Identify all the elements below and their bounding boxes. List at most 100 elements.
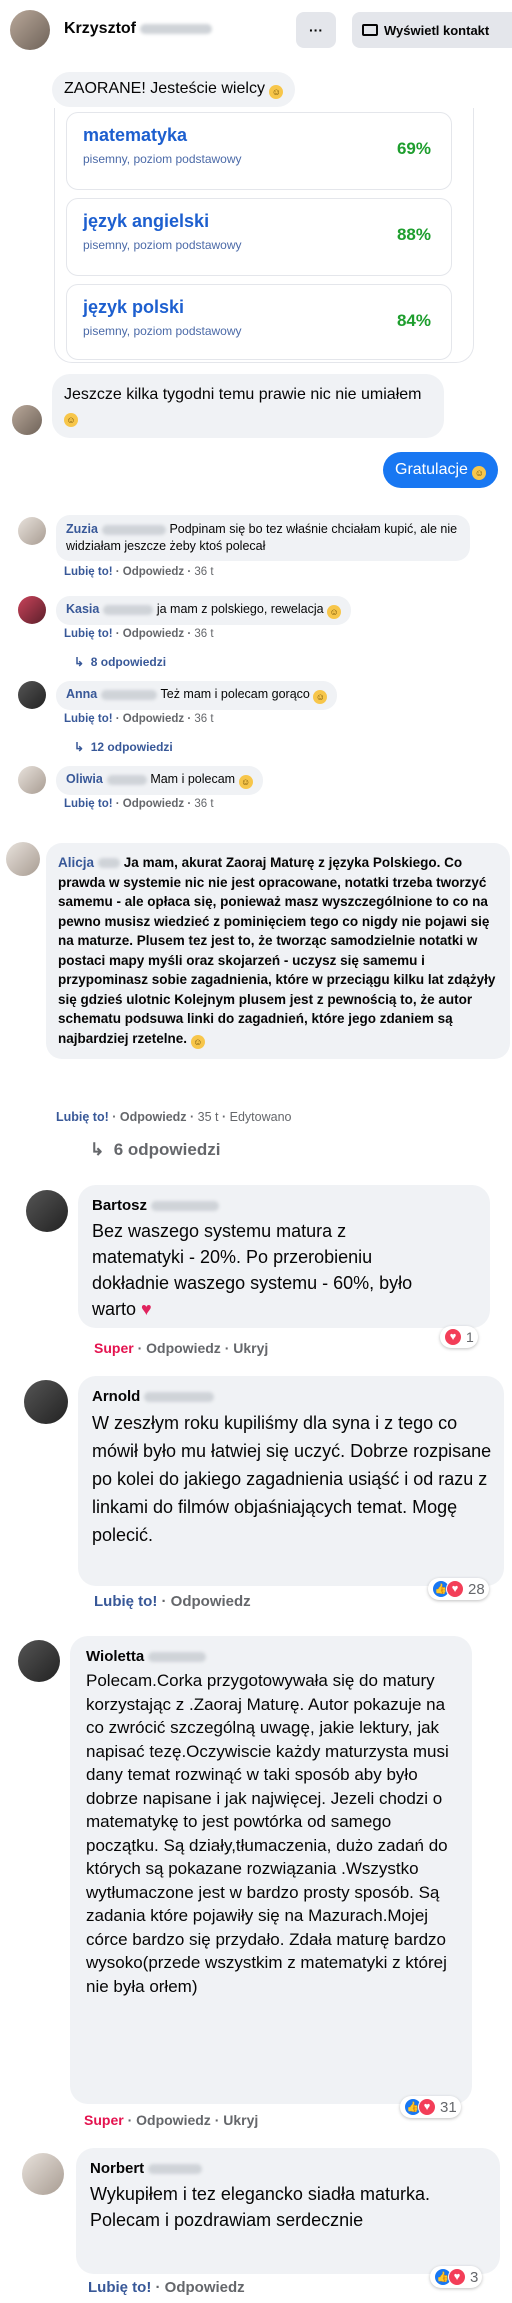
smile-emoji-icon: ☺ — [190, 1034, 205, 1049]
comment-author[interactable]: Norbert — [90, 2160, 144, 2177]
hearts-emoji-icon: ♥ — [141, 1299, 152, 1319]
avatar — [22, 2153, 64, 2195]
reply-button[interactable]: Odpowiedz — [123, 798, 184, 810]
reply-button[interactable]: Odpowiedz — [120, 1110, 187, 1124]
comment-text: ja mam z polskiego, rewelacja — [156, 602, 324, 616]
avatar — [18, 517, 46, 545]
comment-actions: Lubię to! · Odpowiedz · 36 t — [64, 566, 214, 578]
like-button[interactable]: Lubię to! — [88, 2279, 151, 2296]
grade-detail: pisemny, poziom podstawowy — [83, 324, 242, 338]
love-reaction-icon: ♥ — [418, 2098, 436, 2116]
grade-percent: 69% — [396, 139, 431, 158]
comment-author[interactable]: Kasia — [66, 602, 99, 616]
comment-text: Mam i polecam — [150, 772, 236, 786]
love-reaction-icon: ♥ — [448, 2268, 466, 2286]
comment-time[interactable]: 36 t — [194, 713, 213, 725]
avatar — [18, 596, 46, 624]
reaction-count[interactable]: 👍 ♥ 31 — [400, 2096, 461, 2118]
grade-subject: język angielski — [83, 211, 210, 231]
reply-button[interactable]: Odpowiedz — [171, 1593, 251, 1610]
reply-button[interactable]: Odpowiedz — [123, 713, 184, 725]
comment-author[interactable]: Zuzia — [66, 522, 98, 536]
contact-name[interactable]: Krzysztof — [64, 20, 213, 38]
hide-button[interactable]: Ukryj — [223, 2112, 258, 2128]
view-replies-link[interactable]: ↳ 8 odpowiedzi — [74, 655, 166, 669]
like-button[interactable]: Lubię to! — [64, 713, 113, 725]
avatar — [18, 681, 46, 709]
comment-text: Wykupiłem i tez elegancko siadła maturka… — [90, 2184, 430, 2230]
reaction-button[interactable]: Super — [84, 2112, 124, 2128]
reply-button[interactable]: Odpowiedz — [136, 2112, 211, 2128]
message-bubble: ZAORANE! Jesteście wielcy ☺ — [52, 72, 296, 107]
comment-author[interactable]: Anna — [66, 687, 97, 701]
grade-subject: matematyka — [83, 125, 188, 145]
avatar — [18, 766, 46, 794]
comment-author[interactable]: Alicja — [58, 855, 94, 870]
comment-bubble: Wioletta Polecam.Corka przygotowywała si… — [70, 1636, 472, 2104]
like-button[interactable]: Lubię to! — [94, 1593, 157, 1610]
comment-text: Polecam.Corka przygotowywała się do matu… — [86, 1671, 449, 1996]
reply-button[interactable]: Odpowiedz — [146, 1340, 221, 1356]
avatar — [26, 1190, 68, 1232]
grade-card-math: matematyka pisemny, poziom podstawowy 69… — [66, 112, 452, 190]
comment-author[interactable]: Oliwia — [66, 772, 103, 786]
comment-text: W zeszłym roku kupiliśmy dla syna i z te… — [92, 1413, 492, 1545]
more-options-button[interactable]: ··· — [296, 12, 336, 48]
comment-time[interactable]: 36 t — [194, 566, 213, 578]
comment-bubble: Alicja Ja mam, akurat Zaoraj Maturę z ję… — [46, 843, 510, 1059]
reaction-count[interactable]: 👍 ♥ 3 — [430, 2266, 483, 2288]
smile-emoji-icon: ☺ — [269, 85, 284, 99]
comment-actions: Lubię to! · Odpowiedz — [88, 2279, 245, 2296]
view-replies-link[interactable]: ↳ 6 odpowiedzi — [90, 1140, 220, 1160]
comment-time[interactable]: 36 t — [194, 628, 213, 640]
comment-actions: Lubię to! · Odpowiedz · 36 t — [64, 798, 214, 810]
comment-text: Też mam i polecam gorąco — [160, 687, 310, 701]
love-reaction-icon: ♥ — [444, 1328, 462, 1346]
grade-card-english: język angielski pisemny, poziom podstawo… — [66, 198, 452, 276]
like-button[interactable]: Lubię to! — [64, 628, 113, 640]
like-button[interactable]: Lubię to! — [56, 1110, 109, 1124]
comment-bubble: Norbert Wykupiłem i tez elegancko siadła… — [76, 2148, 500, 2274]
reply-button[interactable]: Odpowiedz — [123, 566, 184, 578]
smile-emoji-icon: ☺ — [313, 690, 328, 704]
comment-time[interactable]: 36 t — [194, 798, 213, 810]
comment-author[interactable]: Bartosz — [92, 1197, 147, 1214]
grade-card-polish: język polski pisemny, poziom podstawowy … — [66, 284, 452, 360]
comment-author[interactable]: Arnold — [92, 1388, 140, 1405]
comment-author[interactable]: Wioletta — [86, 1648, 144, 1665]
like-button[interactable]: Lubię to! — [64, 566, 113, 578]
hide-button[interactable]: Ukryj — [233, 1340, 268, 1356]
reply-arrow-icon: ↳ — [74, 740, 85, 754]
reaction-button[interactable]: Super — [94, 1340, 134, 1356]
contact-card-icon — [362, 24, 378, 36]
comment-time[interactable]: 35 t — [198, 1110, 219, 1124]
comment-actions: Lubię to! · Odpowiedz — [94, 1593, 251, 1610]
reply-button[interactable]: Odpowiedz — [165, 2279, 245, 2296]
comment-actions: Lubię to! · Odpowiedz · 35 t · Edytowano — [56, 1110, 292, 1124]
reply-arrow-icon: ↳ — [74, 655, 85, 669]
avatar — [6, 842, 40, 876]
comment-actions: Super · Odpowiedz · Ukryj — [94, 1340, 269, 1356]
comment-bubble: Oliwia Mam i polecam ☺ — [56, 766, 263, 795]
grade-percent: 88% — [396, 225, 431, 244]
reply-button[interactable]: Odpowiedz — [123, 628, 184, 640]
comment-bubble: Bartosz Bez waszego systemu matura z mat… — [78, 1185, 490, 1328]
comment-actions: Lubię to! · Odpowiedz · 36 t — [64, 713, 214, 725]
comment-bubble: Kasia ja mam z polskiego, rewelacja ☺ — [56, 596, 352, 625]
smile-emoji-icon: ☺ — [472, 466, 487, 480]
comment-actions: Lubię to! · Odpowiedz · 36 t — [64, 628, 214, 640]
like-button[interactable]: Lubię to! — [64, 798, 113, 810]
love-reaction-icon: ♥ — [446, 1580, 464, 1598]
view-replies-link[interactable]: ↳ 12 odpowiedzi — [74, 740, 173, 754]
reaction-count[interactable]: ♥ 1 — [440, 1326, 478, 1348]
comment-bubble: Arnold W zeszłym roku kupiliśmy dla syna… — [78, 1376, 504, 1586]
grade-detail: pisemny, poziom podstawowy — [83, 152, 242, 166]
avatar — [24, 1380, 68, 1424]
reaction-count[interactable]: 👍 ♥ 28 — [428, 1578, 489, 1600]
edited-label: Edytowano — [229, 1110, 292, 1124]
comment-actions: Super · Odpowiedz · Ukryj — [84, 2112, 259, 2128]
message-bubble: Jeszcze kilka tygodni temu prawie nic ni… — [52, 374, 444, 438]
smile-emoji-icon: ☺ — [238, 775, 253, 789]
view-contact-button[interactable]: Wyświetl kontakt — [352, 12, 512, 48]
grade-detail: pisemny, poziom podstawowy — [83, 238, 242, 252]
